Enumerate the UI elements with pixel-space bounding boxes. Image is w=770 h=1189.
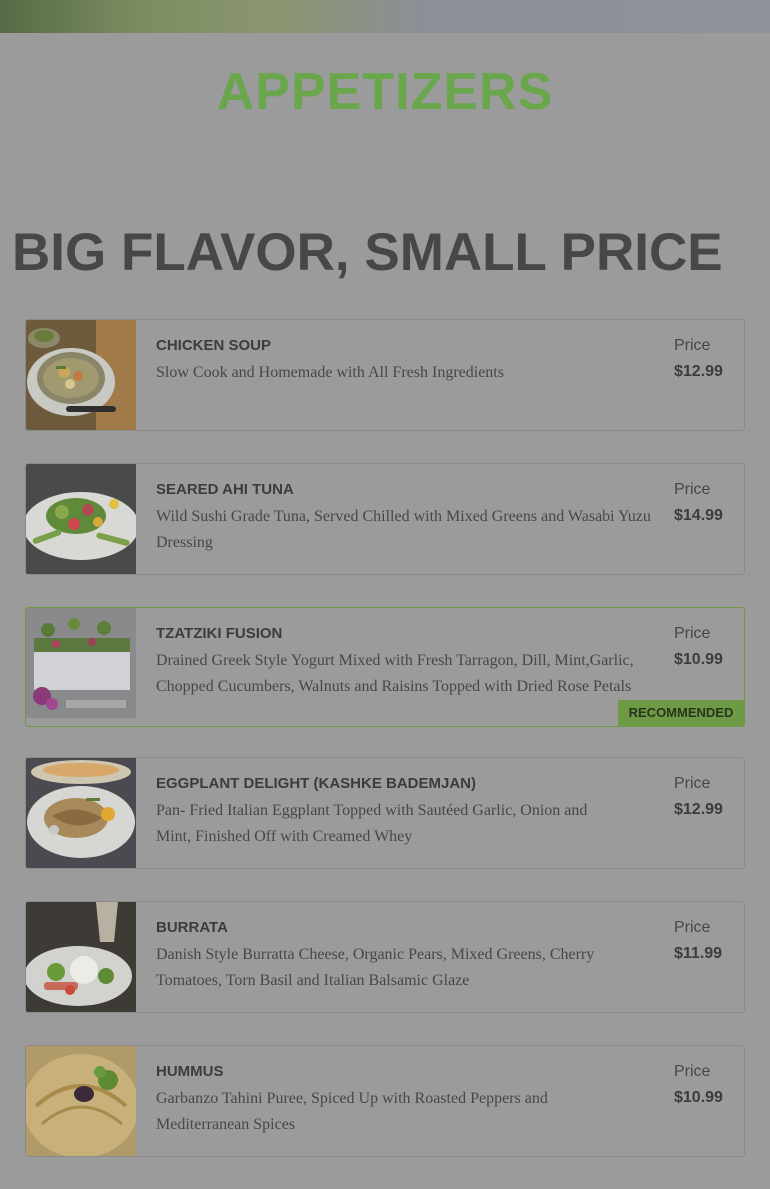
price-value: $12.99 — [674, 801, 723, 818]
item-description: Garbanzo Tahini Puree, Spiced Up with Ro… — [156, 1090, 548, 1133]
tzatziki-photo — [26, 608, 136, 718]
price-value: $12.99 — [674, 363, 723, 380]
price-label: Price — [674, 775, 711, 792]
section-title: APPETIZERS — [216, 63, 554, 121]
item-name: HUMMUS — [156, 1063, 224, 1080]
burrata-photo — [26, 902, 136, 1012]
price-label: Price — [674, 919, 711, 936]
item-description: Pan- Fried Italian Eggplant Topped with … — [156, 802, 588, 845]
price-value: $10.99 — [674, 1089, 723, 1106]
menu-item-card-recommended[interactable]: TZATZIKI FUSION Drained Greek Style Yogu… — [25, 607, 745, 727]
item-description: Danish Style Burratta Cheese, Organic Pe… — [156, 946, 595, 989]
item-name: SEARED AHI TUNA — [156, 481, 294, 498]
price-label: Price — [674, 337, 711, 354]
menu-item-card[interactable]: HUMMUS Garbanzo Tahini Puree, Spiced Up … — [25, 1045, 745, 1157]
menu-item-card[interactable]: BURRATA Danish Style Burratta Cheese, Or… — [25, 901, 745, 1013]
price-label: Price — [674, 481, 711, 498]
hummus-photo — [26, 1046, 136, 1156]
item-description: Wild Sushi Grade Tuna, Served Chilled wi… — [156, 508, 651, 551]
item-description: Drained Greek Style Yogurt Mixed with Fr… — [156, 652, 634, 695]
price-label: Price — [674, 1063, 711, 1080]
item-name: EGGPLANT DELIGHT (KASHKE BADEMJAN) — [156, 775, 477, 792]
recommended-badge: RECOMMENDED — [618, 700, 744, 726]
item-name: BURRATA — [156, 919, 228, 936]
chicken-soup-photo — [26, 320, 136, 430]
hero-image-strip — [0, 0, 770, 33]
item-name: CHICKEN SOUP — [156, 337, 272, 354]
price-value: $14.99 — [674, 507, 723, 524]
item-name: TZATZIKI FUSION — [156, 625, 283, 642]
price-value: $11.99 — [674, 945, 723, 962]
eggplant-photo — [26, 758, 136, 868]
menu-item-card[interactable]: EGGPLANT DELIGHT (KASHKE BADEMJAN) Pan- … — [25, 757, 745, 869]
ahi-tuna-photo — [26, 464, 136, 574]
menu-item-card[interactable]: SEARED AHI TUNA Wild Sushi Grade Tuna, S… — [25, 463, 745, 575]
menu-list: CHICKEN SOUP Slow Cook and Homemade with… — [25, 319, 745, 1189]
tagline-heading: BIG FLAVOR, SMALL PRICE — [12, 223, 723, 282]
price-label: Price — [674, 625, 711, 642]
item-description: Slow Cook and Homemade with All Fresh In… — [156, 364, 504, 381]
price-value: $10.99 — [674, 651, 723, 668]
menu-item-card[interactable]: CHICKEN SOUP Slow Cook and Homemade with… — [25, 319, 745, 431]
